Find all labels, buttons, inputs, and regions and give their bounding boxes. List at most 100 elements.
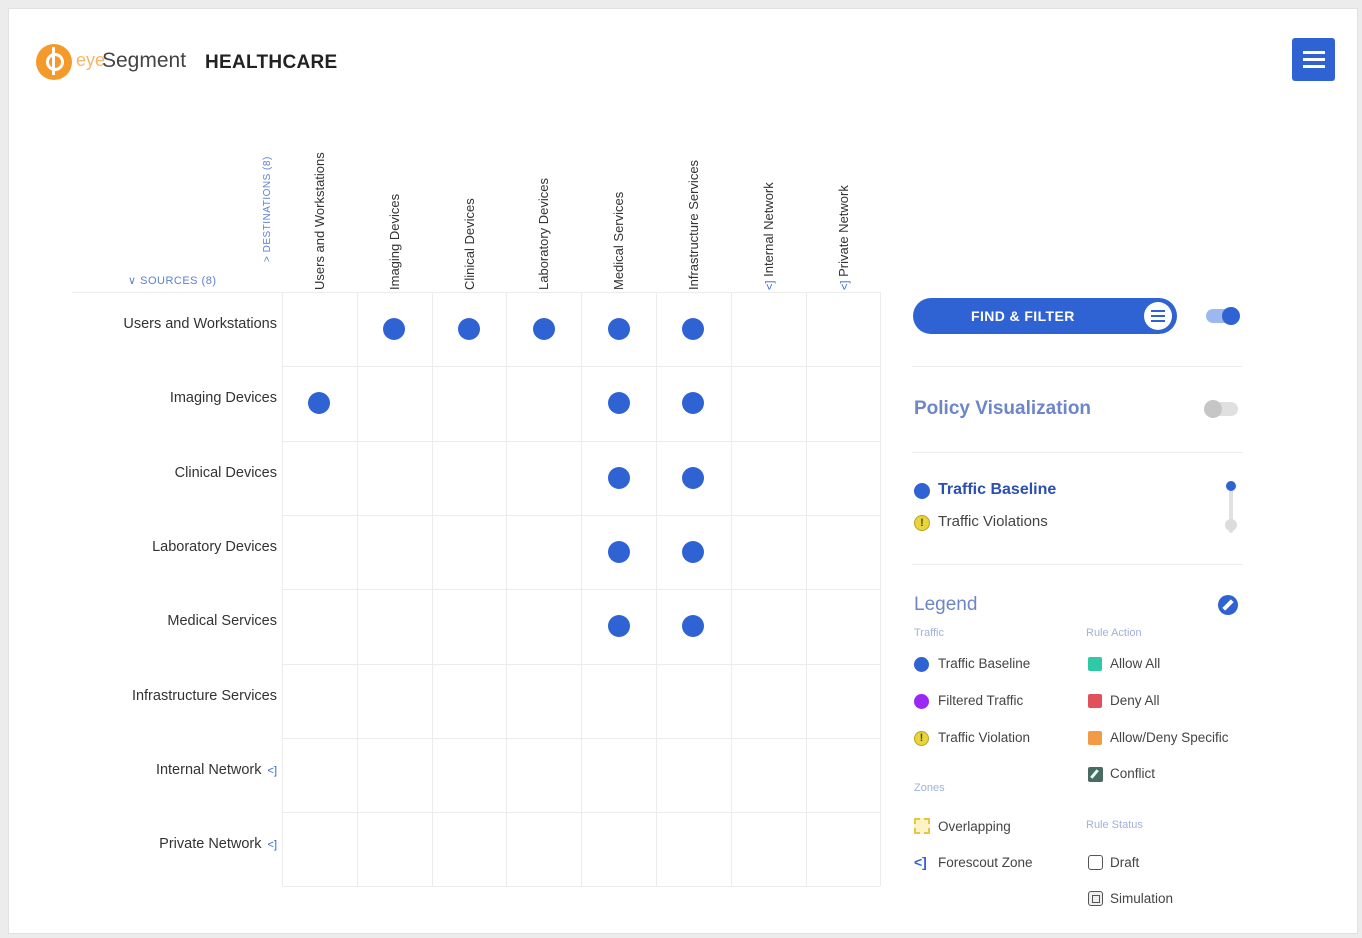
- divider: [912, 564, 1242, 565]
- column-header[interactable]: Imaging Devices: [387, 194, 402, 290]
- draft-legend-icon: [1088, 855, 1103, 870]
- legend-item: Forescout Zone: [938, 855, 1033, 870]
- filter-list-icon: [1144, 302, 1172, 330]
- forescout-zone-legend-icon: <]: [914, 854, 927, 870]
- sources-toggle[interactable]: ∨ SOURCES (8): [128, 274, 217, 287]
- row-header-label: Users and Workstations: [123, 316, 277, 332]
- column-header-label: Clinical Devices: [461, 198, 477, 290]
- legend-item: Overlapping: [938, 819, 1011, 834]
- row-header-label: Clinical Devices: [174, 464, 277, 481]
- simulation-legend-icon: [1088, 891, 1103, 906]
- column-header-label: Users and Workstations: [312, 152, 327, 290]
- column-header[interactable]: Laboratory Devices: [536, 178, 551, 290]
- conflict-legend-icon: [1088, 767, 1103, 782]
- traffic-baseline-dot[interactable]: [682, 466, 705, 489]
- traffic-baseline-dot[interactable]: [682, 615, 705, 638]
- destinations-toggle[interactable]: > DESTINATIONS (8): [262, 156, 273, 262]
- legend-rule-status-heading: Rule Status: [1086, 819, 1143, 831]
- row-header[interactable]: Private Network <]: [27, 836, 277, 852]
- policy-visualization-toggle[interactable]: [1204, 400, 1238, 418]
- hamburger-menu-button[interactable]: [1292, 38, 1335, 81]
- allow-deny-specific-legend-icon: [1088, 731, 1102, 745]
- traffic-baseline-dot[interactable]: [308, 392, 331, 415]
- legend-item: Allow All: [1110, 656, 1161, 671]
- legend-zones-heading: Zones: [914, 782, 945, 794]
- column-header-label: Laboratory Devices: [536, 178, 552, 290]
- column-header[interactable]: <] Internal Network: [761, 182, 776, 290]
- row-header-label: Imaging Devices: [169, 390, 277, 407]
- traffic-violation-icon: !: [914, 515, 930, 531]
- grid-line: [282, 589, 881, 591]
- traffic-violation-legend-icon: !: [914, 731, 929, 746]
- eyesegment-logo-icon: [36, 44, 72, 80]
- traffic-baseline-dot[interactable]: [607, 615, 630, 638]
- column-header-label: Imaging Devices: [386, 193, 402, 290]
- traffic-baseline-dot[interactable]: [682, 318, 705, 340]
- row-header-label: Laboratory Devices: [152, 538, 277, 555]
- row-header[interactable]: Internal Network <]: [27, 762, 277, 778]
- traffic-baseline-dot[interactable]: [682, 540, 705, 563]
- find-filter-label: FIND & FILTER: [971, 308, 1075, 324]
- allow-all-legend-icon: [1088, 657, 1102, 671]
- header-divider: [72, 292, 282, 293]
- legend-item: Traffic Violation: [938, 730, 1031, 745]
- find-filter-button[interactable]: FIND & FILTER: [913, 298, 1177, 334]
- grid-line: [282, 366, 881, 368]
- brand-product-text: HEALTHCARE: [205, 52, 338, 73]
- traffic-baseline-dot[interactable]: [532, 318, 555, 340]
- find-filter-toggle[interactable]: [1206, 307, 1240, 325]
- traffic-baseline-dot[interactable]: [607, 466, 630, 489]
- slider-knob-inactive[interactable]: [1225, 519, 1237, 531]
- row-header[interactable]: Laboratory Devices: [27, 539, 277, 555]
- menu-bar-icon: [1302, 51, 1325, 54]
- legend-item: Traffic Baseline: [938, 656, 1031, 671]
- row-header[interactable]: Imaging Devices: [27, 390, 277, 406]
- row-header[interactable]: Infrastructure Services: [27, 688, 277, 704]
- traffic-baseline-legend-icon: [914, 657, 929, 672]
- row-header-label: Medical Services: [167, 613, 277, 630]
- legend-traffic-heading: Traffic: [914, 627, 944, 639]
- column-header[interactable]: Clinical Devices: [462, 198, 477, 290]
- row-header[interactable]: Users and Workstations: [27, 316, 277, 332]
- traffic-baseline-dot[interactable]: [383, 318, 406, 340]
- menu-bar-icon: [1302, 65, 1325, 68]
- slider-knob-active[interactable]: [1226, 481, 1236, 491]
- grid-line: [282, 440, 881, 442]
- forescout-zone-icon: <]: [267, 764, 277, 777]
- traffic-mode-slider[interactable]: [1225, 481, 1237, 533]
- column-header-label: Medical Services: [611, 191, 627, 290]
- brand-eye-text: eye: [76, 50, 106, 70]
- divider: [912, 366, 1242, 367]
- brand-segment-text: Segment: [102, 49, 187, 72]
- column-header[interactable]: <] Private Network: [836, 185, 851, 290]
- column-header[interactable]: Users and Workstations: [312, 152, 327, 290]
- column-header[interactable]: Infrastructure Services: [686, 160, 701, 290]
- column-header-label: Internal Network: [760, 182, 776, 277]
- traffic-violations-option[interactable]: Traffic Violations: [938, 513, 1048, 530]
- legend-item: Deny All: [1110, 693, 1160, 708]
- legend-item: Simulation: [1110, 891, 1174, 906]
- legend-edit-icon[interactable]: [1218, 595, 1238, 615]
- row-header-label: Private Network: [159, 836, 262, 853]
- divider: [912, 452, 1242, 453]
- row-header-label: Internal Network: [155, 761, 262, 778]
- traffic-matrix: [72, 292, 882, 888]
- traffic-baseline-dot[interactable]: [607, 392, 630, 415]
- traffic-baseline-dot[interactable]: [607, 540, 630, 563]
- overlapping-zone-legend-icon: [914, 818, 930, 834]
- traffic-baseline-dot[interactable]: [682, 392, 705, 415]
- legend-item: Conflict: [1110, 766, 1156, 781]
- column-header[interactable]: Medical Services: [611, 192, 626, 290]
- legend-rule-action-heading: Rule Action: [1086, 627, 1142, 639]
- grid-line: [282, 886, 881, 888]
- traffic-baseline-option[interactable]: Traffic Baseline: [938, 481, 1056, 499]
- row-header[interactable]: Medical Services: [27, 613, 277, 629]
- deny-all-legend-icon: [1088, 694, 1102, 708]
- forescout-zone-icon: <]: [267, 839, 277, 852]
- traffic-baseline-dot[interactable]: [458, 318, 480, 340]
- legend-title: Legend: [914, 594, 978, 615]
- grid-line: [282, 663, 881, 665]
- row-header[interactable]: Clinical Devices: [27, 465, 277, 481]
- traffic-baseline-dot[interactable]: [607, 318, 630, 340]
- filtered-traffic-legend-icon: [914, 694, 929, 709]
